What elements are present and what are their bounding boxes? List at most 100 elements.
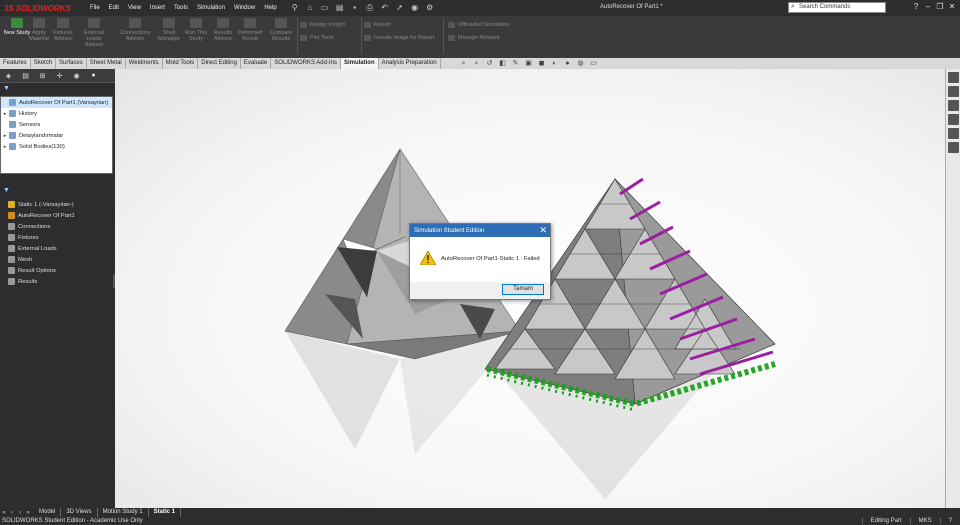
solidworks-logo[interactable]: 3S SOLIDWORKS <box>0 0 80 16</box>
tab-mold-tools[interactable]: Mold Tools <box>163 58 199 69</box>
zoom-to-area-icon[interactable]: ⌕ <box>471 60 482 68</box>
sim-item-results[interactable]: Results <box>0 276 115 287</box>
tab-direct-editing[interactable]: Direct Editing <box>198 58 241 69</box>
tab-addins[interactable]: SOLIDWORKS Add-Ins <box>271 58 341 69</box>
first-tab-icon[interactable]: « <box>0 510 8 516</box>
menu-window[interactable]: Window <box>234 5 255 11</box>
fixtures-advisor-button[interactable]: Fixtures Advisor <box>48 18 78 42</box>
property-manager-tab-icon[interactable]: ▤ <box>17 72 34 80</box>
filter-icon[interactable]: ▼ <box>3 187 10 194</box>
external-loads-advisor-button[interactable]: External Loads Advisor <box>79 18 109 48</box>
options-gear-icon[interactable]: ⚙ <box>425 3 435 13</box>
run-this-study-button[interactable]: Run This Study <box>181 18 211 42</box>
manage-network-button[interactable]: Manage Network <box>448 35 500 41</box>
tree-item-solid-bodies[interactable]: ▸ Solid Bodies(130) <box>1 141 112 152</box>
appearance-tab-icon[interactable]: ● <box>85 72 102 79</box>
tree-item-part[interactable]: AutoRecover Of Part1 (Varsayılan) <box>1 97 112 108</box>
tab-sheet-metal[interactable]: Sheet Metal <box>87 58 126 69</box>
pin-icon[interactable]: ⚲ <box>290 3 300 13</box>
tab-simulation[interactable]: Simulation <box>340 58 379 69</box>
tab-model[interactable]: Model <box>34 508 62 517</box>
menu-insert[interactable]: Insert <box>150 5 165 11</box>
minimize-icon[interactable]: – <box>922 2 934 11</box>
sim-item-study[interactable]: Static 1 (-Varsayılan-) <box>0 199 115 210</box>
open-folder-icon[interactable]: ▤ <box>335 3 345 13</box>
section-view-icon[interactable]: ◧ <box>497 60 508 68</box>
display-manager-tab-icon[interactable]: ◉ <box>68 72 85 80</box>
select-arrow-icon[interactable]: ➚ <box>395 3 405 13</box>
tree-item-history[interactable]: ▸ History <box>1 108 112 119</box>
feature-manager-tab-icon[interactable]: ◈ <box>0 72 17 80</box>
dynamic-annotation-icon[interactable]: ✎ <box>510 60 521 68</box>
edit-appearance-icon[interactable]: ● <box>562 60 573 68</box>
menu-edit[interactable]: Edit <box>109 5 119 11</box>
view-settings-icon[interactable]: ▭ <box>588 60 599 68</box>
compare-results-button[interactable]: Compare Results <box>266 18 296 42</box>
configuration-manager-tab-icon[interactable]: ⊞ <box>34 72 51 80</box>
report-button[interactable]: Report <box>364 22 391 28</box>
tab-3d-views[interactable]: 3D Views <box>61 508 98 517</box>
custom-properties-icon[interactable] <box>948 142 959 153</box>
tab-motion-study[interactable]: Motion Study 1 <box>98 508 149 517</box>
dimxpert-tab-icon[interactable]: ✛ <box>51 72 68 80</box>
tab-surfaces[interactable]: Surfaces <box>56 58 87 69</box>
menu-simulation[interactable]: Simulation <box>197 5 225 11</box>
tree-item-annotations[interactable]: ▸ Detaylandırmalar <box>1 130 112 141</box>
close-icon[interactable]: ✕ <box>946 2 958 11</box>
tab-evaluate[interactable]: Evaluate <box>241 58 272 69</box>
menu-view[interactable]: View <box>128 5 141 11</box>
tab-features[interactable]: Features <box>0 58 31 69</box>
deformed-result-button[interactable]: Deformed Result <box>235 18 265 42</box>
sim-item-external-loads[interactable]: ▸ External Loads <box>0 243 115 254</box>
appearances-icon[interactable] <box>948 128 959 139</box>
home-icon[interactable] <box>948 72 959 83</box>
sim-item-connections[interactable]: ▸ Connections <box>0 221 115 232</box>
hide-show-items-icon[interactable]: ◐ <box>549 60 560 68</box>
offloaded-simulation-button[interactable]: Offloaded Simulation <box>448 22 509 28</box>
rebuild-icon[interactable]: ◉ <box>410 3 420 13</box>
file-explorer-icon[interactable] <box>948 114 959 125</box>
zoom-to-fit-icon[interactable]: ⌕ <box>458 60 469 68</box>
next-tab-icon[interactable]: › <box>16 510 24 516</box>
new-document-icon[interactable]: ▭ <box>320 3 330 13</box>
undo-icon[interactable]: ↶ <box>380 3 390 13</box>
previous-tab-icon[interactable]: ‹ <box>8 510 16 516</box>
display-style-icon[interactable]: ◼ <box>536 60 547 68</box>
apply-scene-icon[interactable]: ◍ <box>575 60 586 68</box>
expand-arrow-icon[interactable]: ▸ <box>0 235 8 241</box>
previous-view-icon[interactable]: ↺ <box>484 60 495 68</box>
expand-arrow-icon[interactable]: ▸ <box>1 144 9 150</box>
tab-weldments[interactable]: Weldments <box>126 58 163 69</box>
home-icon[interactable]: ⌂ <box>305 3 315 13</box>
include-image-button[interactable]: Include Image for Report <box>364 35 435 41</box>
tab-sketch[interactable]: Sketch <box>31 58 57 69</box>
restore-icon[interactable]: ❐ <box>934 2 946 11</box>
sim-item-result-options[interactable]: Result Options <box>0 265 115 276</box>
sim-item-mesh[interactable]: Mesh <box>0 254 115 265</box>
view-orientation-icon[interactable]: ▣ <box>523 60 534 68</box>
units-selector[interactable]: MKS <box>909 518 940 524</box>
shell-manager-button[interactable]: Shell Manager <box>154 18 184 42</box>
sim-item-fixtures[interactable]: ▸ Fixtures <box>0 232 115 243</box>
tree-item-sensors[interactable]: Sensors <box>1 119 112 130</box>
sim-item-part[interactable]: ▸ AutoRecover Of Part1 <box>0 210 115 221</box>
expand-arrow-icon[interactable]: ▸ <box>0 213 8 219</box>
ok-button[interactable]: Tamam <box>502 284 544 295</box>
results-advisor-button[interactable]: Results Advisor <box>208 18 238 42</box>
filter-icon[interactable]: ▼ <box>3 85 10 92</box>
close-icon[interactable]: ✕ <box>539 225 547 236</box>
connections-advisor-button[interactable]: Connections Advisor <box>120 18 151 42</box>
design-insight-button[interactable]: Design Insight <box>300 22 345 28</box>
resources-icon[interactable] <box>948 86 959 97</box>
tab-analysis-preparation[interactable]: Analysis Preparation <box>379 58 441 69</box>
expand-arrow-icon[interactable]: ▸ <box>0 246 8 252</box>
plot-tools-button[interactable]: Plot Tools <box>300 35 334 41</box>
last-tab-icon[interactable]: » <box>24 510 32 516</box>
search-commands-input[interactable]: ⌕ Search Commands <box>788 2 886 13</box>
expand-arrow-icon[interactable]: ▸ <box>1 111 9 117</box>
help-icon[interactable]: ? <box>939 518 960 524</box>
save-icon[interactable]: ▪ <box>350 3 360 13</box>
menu-tools[interactable]: Tools <box>174 5 188 11</box>
help-icon[interactable]: ? <box>910 2 922 11</box>
print-icon[interactable]: ⎙ <box>365 3 375 13</box>
